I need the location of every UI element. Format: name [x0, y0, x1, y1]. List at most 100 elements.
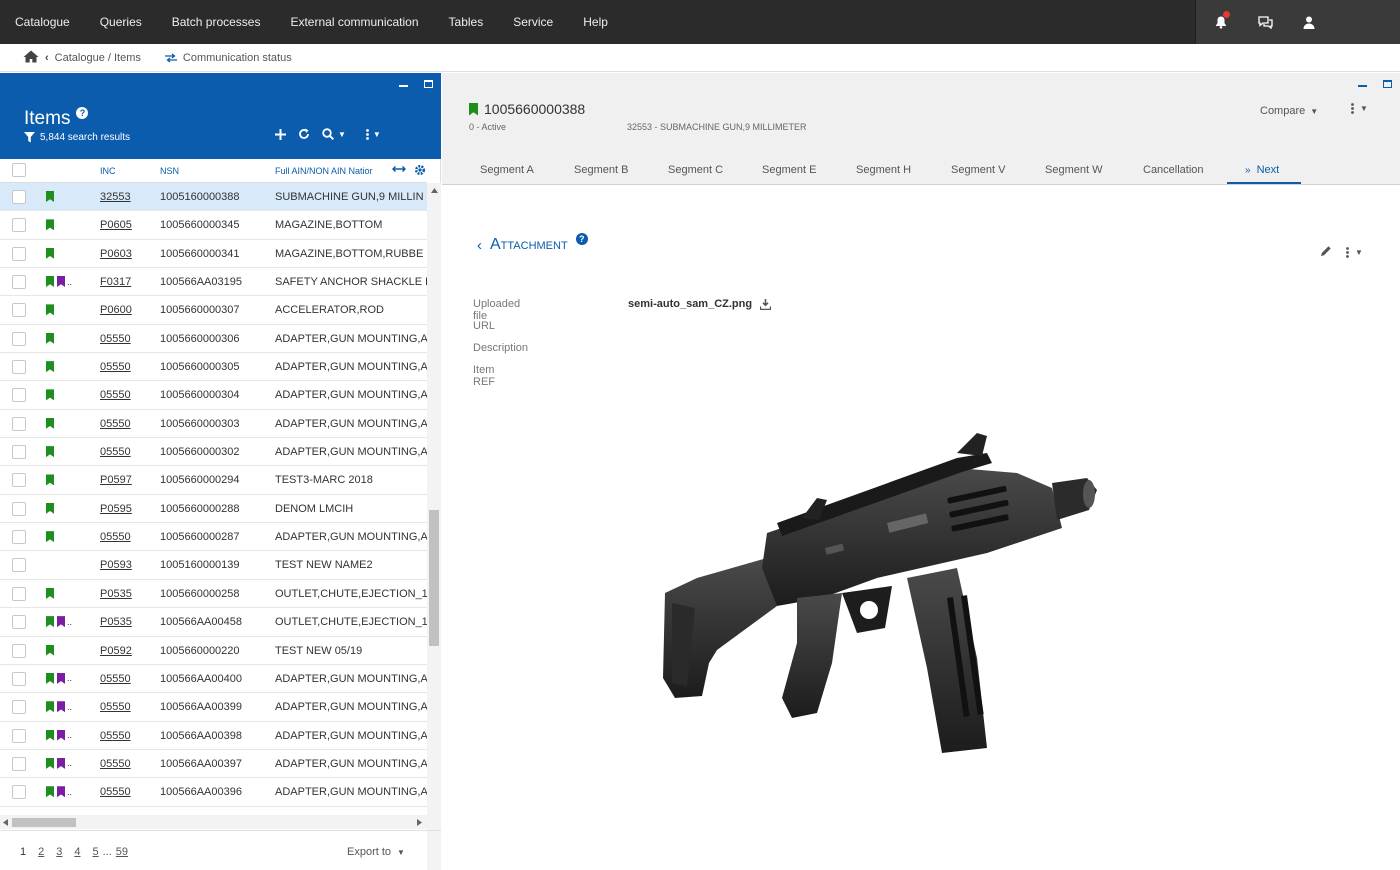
page-link-4[interactable]: 4: [74, 846, 80, 858]
tab-segment-c[interactable]: Segment C: [668, 164, 723, 176]
row-checkbox[interactable]: [12, 445, 26, 460]
table-row[interactable]: 05550 1005660000303 ADAPTER,GUN MOUNTING,A: [0, 410, 427, 439]
table-row[interactable]: 05550 1005660000302 ADAPTER,GUN MOUNTING,A: [0, 438, 427, 467]
more-options-button[interactable]: ▼: [366, 128, 381, 140]
table-row[interactable]: 32553 1005160000388 SUBMACHINE GUN,9 MILLI…: [0, 183, 427, 212]
menu-batch-processes[interactable]: Batch processes: [157, 15, 276, 29]
table-row[interactable]: P0600 1005660000307 ACCELERATOR,ROD: [0, 296, 427, 325]
page-link-5[interactable]: 5: [93, 846, 99, 858]
row-checkbox[interactable]: [12, 388, 26, 403]
table-row[interactable]: 05550 1005660000304 ADAPTER,GUN MOUNTING,A: [0, 381, 427, 410]
table-row[interactable]: P0597 1005660000294 TEST3-MARC 2018: [0, 466, 427, 495]
table-row[interactable]: .. P0535 100566AA00458 OUTLET,CHUTE,EJECTIO…: [0, 608, 427, 637]
cell-inc[interactable]: 05550: [100, 786, 131, 798]
cell-inc[interactable]: 05550: [100, 531, 131, 543]
tab-next[interactable]: » Next: [1227, 164, 1301, 184]
user-icon[interactable]: [1287, 16, 1331, 29]
cell-inc[interactable]: P0600: [100, 304, 132, 316]
menu-service[interactable]: Service: [498, 15, 568, 29]
page-link-1[interactable]: 1: [20, 846, 26, 858]
row-checkbox[interactable]: [12, 586, 26, 601]
uploaded-file-name[interactable]: semi-auto_sam_CZ.png: [628, 298, 752, 310]
home-icon[interactable]: [23, 50, 39, 66]
table-row[interactable]: P0603 1005660000341 MAGAZINE,BOTTOM,RUBBE: [0, 240, 427, 269]
cell-inc[interactable]: 05550: [100, 701, 131, 713]
breadcrumb-path[interactable]: Catalogue / Items: [55, 52, 141, 64]
cell-inc[interactable]: P0535: [100, 588, 132, 600]
gear-icon[interactable]: [414, 164, 426, 178]
communication-status-link[interactable]: Communication status: [164, 52, 292, 64]
table-row[interactable]: .. 05550 100566AA00397 ADAPTER,GUN MOUNTING…: [0, 750, 427, 779]
cell-inc[interactable]: P0595: [100, 503, 132, 515]
attachment-more-options[interactable]: ▼: [1346, 247, 1363, 258]
column-header-name[interactable]: Full AIN/NON AIN Natior: [275, 166, 388, 176]
vertical-scroll-thumb[interactable]: [429, 510, 439, 646]
cell-inc[interactable]: 05550: [100, 418, 131, 430]
tab-segment-h[interactable]: Segment H: [856, 164, 911, 176]
row-checkbox[interactable]: [12, 360, 26, 375]
search-dropdown-button[interactable]: ▼: [322, 128, 346, 140]
table-row[interactable]: 05550 1005660000306 ADAPTER,GUN MOUNTING,A: [0, 325, 427, 354]
table-row[interactable]: P0593 1005160000139 TEST NEW NAME2: [0, 551, 427, 580]
row-checkbox[interactable]: [12, 785, 26, 800]
chat-icon[interactable]: [1243, 15, 1287, 29]
row-checkbox[interactable]: [12, 700, 26, 715]
cell-inc[interactable]: P0603: [100, 248, 132, 260]
cell-inc[interactable]: 05550: [100, 333, 131, 345]
row-checkbox[interactable]: [12, 530, 26, 545]
back-chevron-icon[interactable]: ‹: [477, 237, 482, 254]
export-dropdown[interactable]: Export to ▼: [347, 846, 405, 858]
table-row[interactable]: 05550 1005660000287 ADAPTER,GUN MOUNTING,A: [0, 523, 427, 552]
cell-inc[interactable]: 05550: [100, 758, 131, 770]
row-checkbox[interactable]: [12, 303, 26, 318]
row-checkbox[interactable]: [12, 671, 26, 686]
horizontal-scrollbar[interactable]: [0, 815, 427, 829]
record-more-options[interactable]: ▼: [1351, 103, 1368, 114]
menu-external-communication[interactable]: External communication: [275, 15, 433, 29]
cell-inc[interactable]: P0605: [100, 219, 132, 231]
menu-queries[interactable]: Queries: [85, 15, 157, 29]
maximize-icon[interactable]: [1383, 80, 1392, 88]
row-checkbox[interactable]: [12, 331, 26, 346]
cell-inc[interactable]: 05550: [100, 730, 131, 742]
cell-inc[interactable]: 05550: [100, 361, 131, 373]
maximize-icon[interactable]: [424, 80, 433, 88]
cell-inc[interactable]: P0593: [100, 559, 132, 571]
table-row[interactable]: P0605 1005660000345 MAGAZINE,BOTTOM: [0, 211, 427, 240]
menu-catalogue[interactable]: Catalogue: [0, 15, 85, 29]
row-checkbox[interactable]: [12, 501, 26, 516]
compare-dropdown[interactable]: Compare ▼: [1260, 105, 1318, 117]
search-results-summary[interactable]: 5,844 search results: [24, 132, 130, 143]
expand-columns-icon[interactable]: [391, 164, 407, 176]
cell-inc[interactable]: 05550: [100, 673, 131, 685]
cell-inc[interactable]: F0317: [100, 276, 131, 288]
cell-inc[interactable]: P0592: [100, 645, 132, 657]
tab-segment-e[interactable]: Segment E: [762, 164, 816, 176]
table-row[interactable]: .. 05550 100566AA00400 ADAPTER,GUN MOUNTING…: [0, 665, 427, 694]
notification-bell-icon[interactable]: [1199, 10, 1243, 29]
page-link-last[interactable]: 59: [116, 846, 128, 858]
column-header-inc[interactable]: INC: [100, 166, 116, 176]
row-checkbox[interactable]: [12, 246, 26, 261]
cell-inc[interactable]: P0597: [100, 474, 132, 486]
table-row[interactable]: .. 05550 100566AA00396 ADAPTER,GUN MOUNTING…: [0, 778, 427, 807]
column-header-nsn[interactable]: NSN: [160, 166, 179, 176]
table-row[interactable]: 05550 1005660000305 ADAPTER,GUN MOUNTING,A: [0, 353, 427, 382]
row-checkbox[interactable]: [12, 558, 26, 573]
tab-segment-a[interactable]: Segment A: [480, 164, 534, 176]
help-icon[interactable]: ?: [575, 233, 588, 245]
table-row[interactable]: .. 05550 100566AA00398 ADAPTER,GUN MOUNTING…: [0, 722, 427, 750]
table-row[interactable]: P0535 1005660000258 OUTLET,CHUTE,EJECTION_…: [0, 580, 427, 609]
row-checkbox[interactable]: [12, 728, 26, 743]
row-checkbox[interactable]: [12, 756, 26, 771]
cell-inc[interactable]: P0535: [100, 616, 132, 628]
tab-segment-w[interactable]: Segment W: [1045, 164, 1102, 176]
table-row[interactable]: P0592 1005660000220 TEST NEW 05/19: [0, 637, 427, 665]
tab-segment-v[interactable]: Segment V: [951, 164, 1005, 176]
table-row[interactable]: .. F0317 100566AA03195 SAFETY ANCHOR SHACKL…: [0, 268, 427, 297]
table-row[interactable]: .. 05550 100566AA00399 ADAPTER,GUN MOUNTING…: [0, 693, 427, 722]
help-icon[interactable]: ?: [76, 107, 89, 119]
page-link-2[interactable]: 2: [38, 846, 44, 858]
minimize-icon[interactable]: [1358, 85, 1367, 87]
select-all-checkbox[interactable]: [12, 163, 26, 177]
